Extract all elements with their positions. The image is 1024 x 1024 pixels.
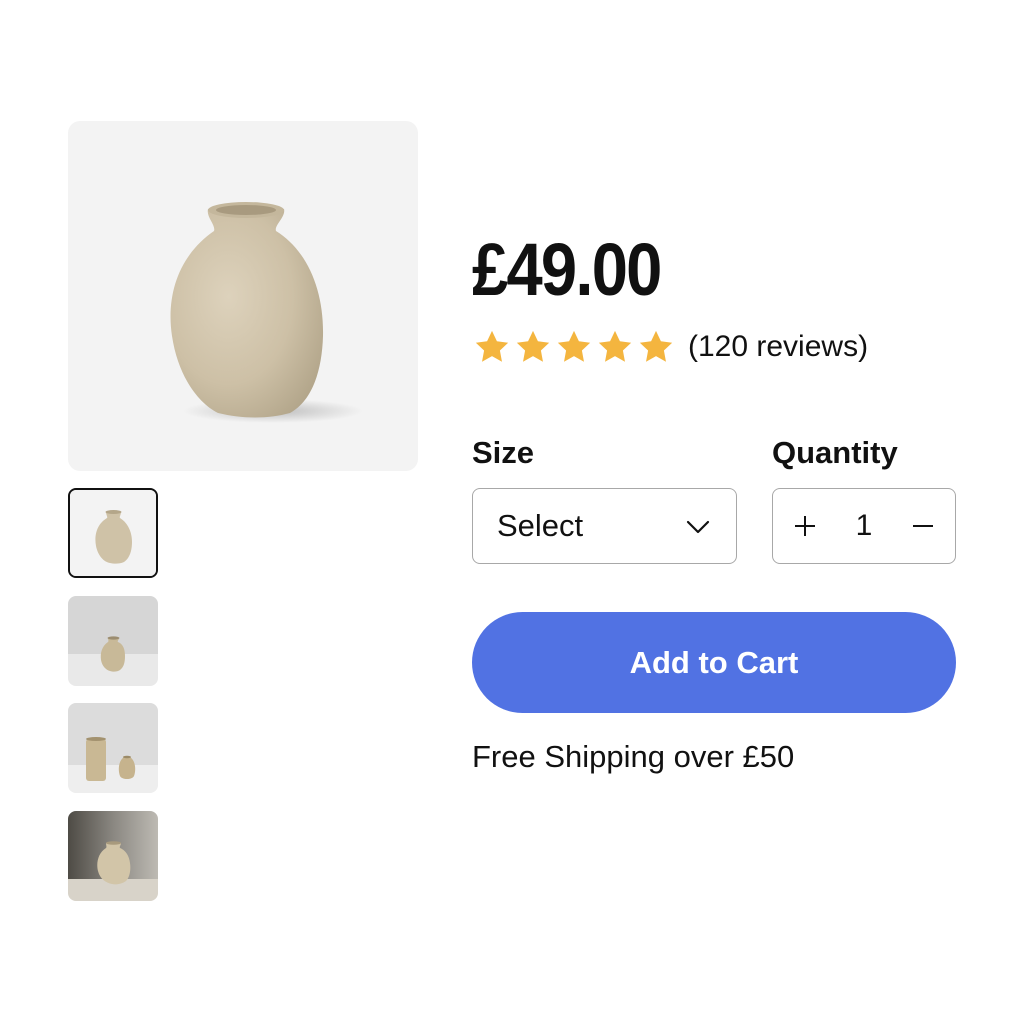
vase-dark-thumbnail-image: [68, 811, 158, 901]
star-icon: [557, 330, 591, 362]
star-icon: [475, 330, 509, 362]
vase-pair-thumbnail-image: [68, 703, 158, 793]
plus-icon: [795, 516, 815, 536]
vase-thumbnail-image: [70, 490, 156, 576]
star-rating: [472, 328, 676, 366]
reviews-count-link[interactable]: (120 reviews): [688, 330, 868, 364]
product-gallery: [68, 121, 418, 901]
star-icon: [516, 330, 550, 362]
minus-icon: [913, 525, 933, 527]
free-shipping-note: Free Shipping over £50: [472, 739, 795, 774]
add-to-cart-button[interactable]: Add to Cart: [472, 612, 956, 713]
chevron-down-icon: [686, 520, 710, 534]
star-icon: [639, 330, 673, 362]
decrement-button[interactable]: [893, 489, 953, 563]
size-label: Size: [472, 435, 535, 470]
product-rating[interactable]: (120 reviews): [472, 328, 868, 366]
main-product-image[interactable]: [68, 121, 418, 471]
quantity-stepper: 1: [772, 488, 956, 564]
thumbnail-3[interactable]: [68, 703, 158, 793]
vase-image: [170, 202, 363, 423]
size-select-value: Select: [497, 508, 584, 543]
add-to-cart-label: Add to Cart: [629, 644, 799, 680]
increment-button[interactable]: [775, 489, 835, 563]
thumbnail-2[interactable]: [68, 596, 158, 686]
vase-on-table-thumbnail-image: [68, 596, 158, 686]
thumbnail-1[interactable]: [68, 488, 158, 578]
quantity-label: Quantity: [772, 435, 898, 470]
thumbnail-4[interactable]: [68, 811, 158, 901]
quantity-value[interactable]: 1: [833, 489, 895, 563]
product-price: £49.00: [472, 228, 662, 311]
star-icon: [598, 330, 632, 362]
size-select[interactable]: Select: [472, 488, 737, 564]
